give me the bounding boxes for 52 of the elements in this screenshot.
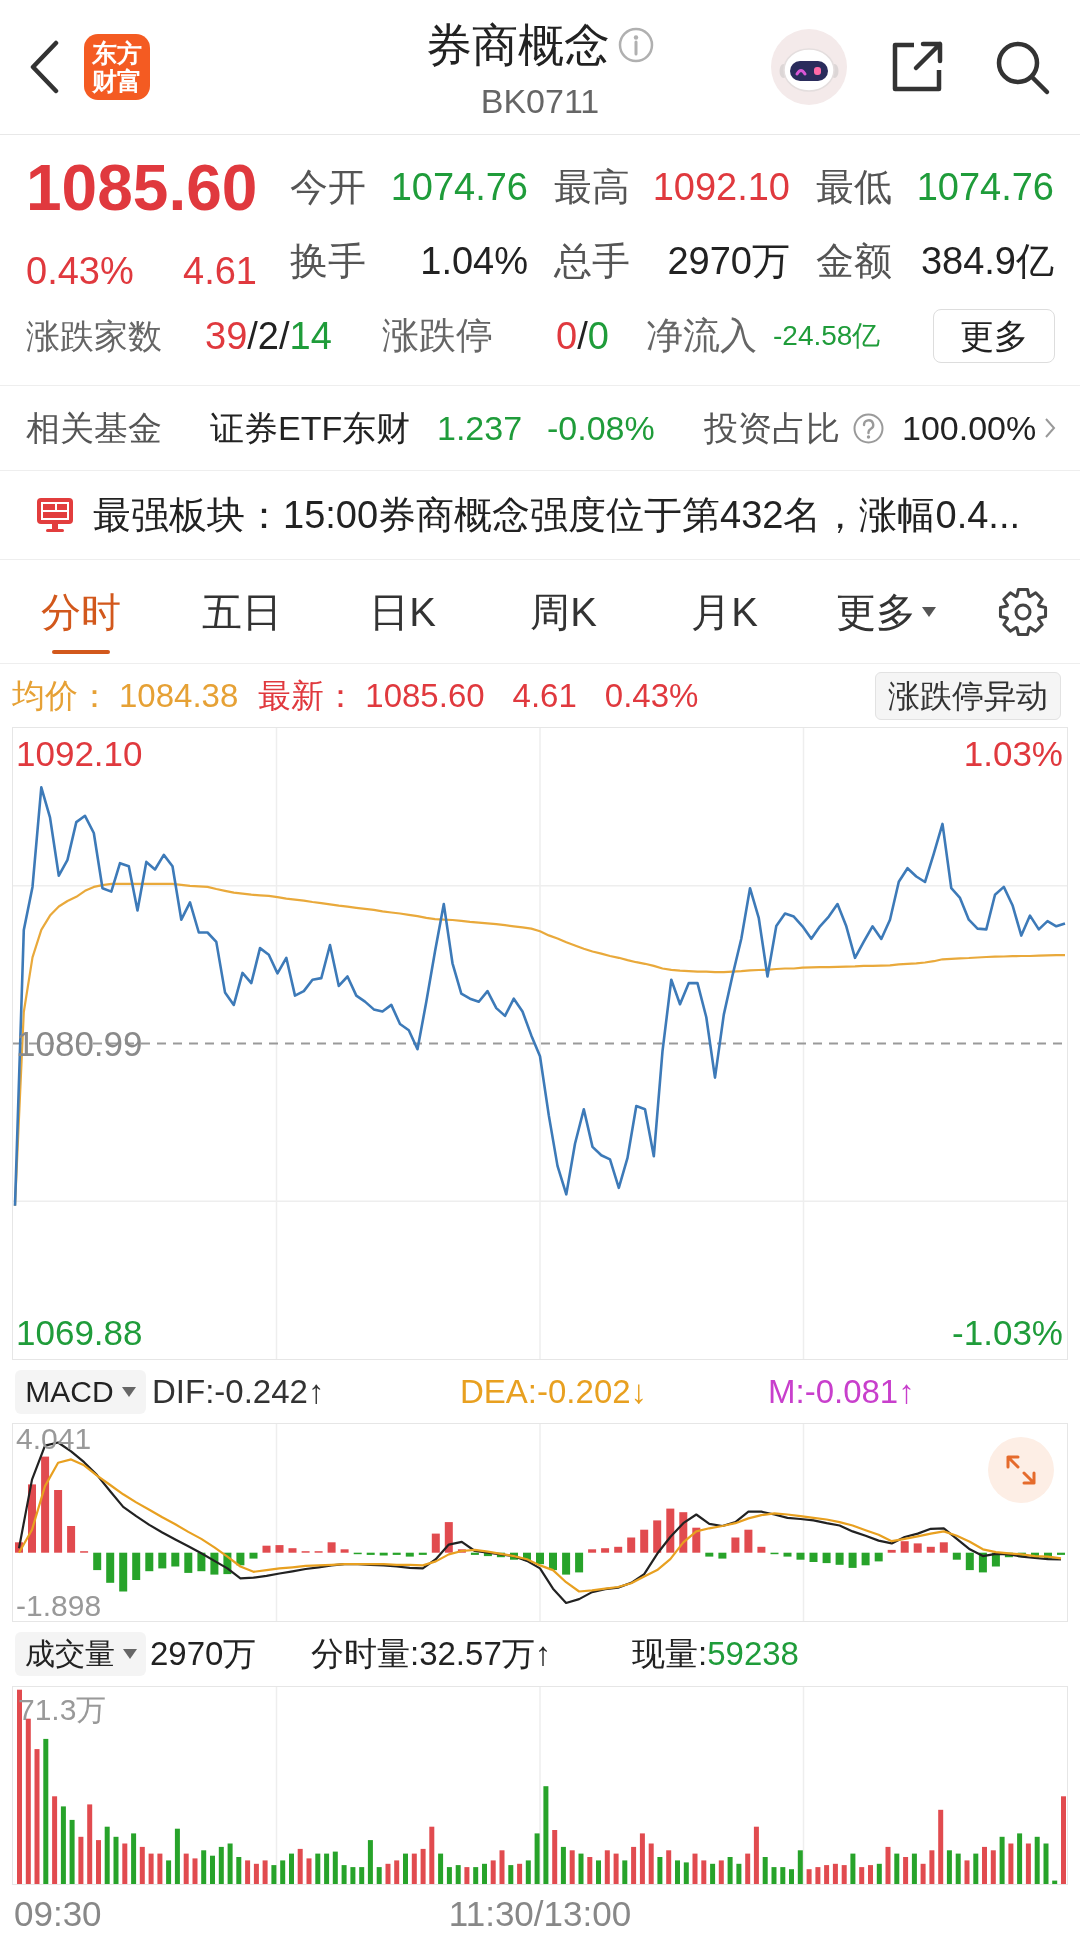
ratio-label: 投资占比 [704, 408, 841, 449]
change-amount: 4.61 [183, 249, 257, 294]
fund-change: -0.08% [547, 408, 656, 449]
stat-label: 金额 [816, 239, 892, 284]
stat-label: 换手 [290, 239, 366, 284]
limit-value: 0/0 [556, 314, 610, 359]
time-label: 11:30/13:00 [448, 1892, 632, 1935]
stat-value: 1092.10 [652, 165, 790, 210]
last-price: 1085.60 [26, 151, 259, 226]
price-axis-label: 1069.88 [16, 1312, 143, 1353]
price-axis-label: 1092.10 [16, 734, 143, 775]
stat-label: 今开 [290, 165, 366, 210]
indicator-value: DEA:-0.202↓ [460, 1371, 649, 1412]
time-label: 09:30 [13, 1892, 102, 1935]
sector-code: BK0711 [480, 81, 600, 121]
stat-value: 384.9亿 [920, 239, 1054, 284]
indicator-value: M:-0.081↑ [768, 1371, 916, 1412]
stat-value: 1074.76 [916, 165, 1054, 210]
latest-change-percent: 0.43% [604, 675, 699, 716]
stat-label: 总手 [554, 239, 630, 284]
change-percent: 0.43% [26, 249, 135, 294]
stat-label: 最高 [554, 165, 630, 210]
current-volume-label: 现量: [632, 1634, 708, 1674]
indicator-value: DIF:-0.242↑ [152, 1371, 326, 1412]
latest-value: 1085.60 [365, 675, 485, 716]
app-logo: 东方 财富 [84, 34, 150, 100]
average-label: 均价： [12, 675, 111, 716]
stat-value: 2970万 [667, 239, 790, 284]
stat-value: 1074.76 [390, 165, 528, 210]
macd-axis-label: -1.898 [16, 1591, 102, 1621]
stat-value: 1.04% [420, 239, 528, 284]
minute-volume: 分时量:32.57万↑ [311, 1634, 553, 1674]
breadth-value: 39/2/14 [205, 314, 333, 359]
fund-label: 相关基金 [26, 408, 163, 449]
latest-label: 最新： [258, 675, 358, 716]
breadth-label: 涨跌家数 [26, 316, 163, 357]
macd-axis-label: 4.041 [16, 1424, 92, 1455]
notice-text: 最强板块：15:00券商概念强度位于第432名，涨幅0.4... [93, 493, 1020, 538]
page-title: 券商概念 [426, 18, 610, 72]
stat-label: 最低 [816, 165, 892, 210]
fund-price: 1.237 [437, 408, 524, 449]
average-value: 1084.38 [119, 675, 239, 716]
ratio-value: 100.00% [902, 408, 1037, 449]
percent-axis-label: 1.03% [963, 734, 1063, 774]
limit-label: 涨跌停 [382, 314, 494, 358]
percent-axis-label: -1.03% [952, 1313, 1063, 1353]
fund-name: 证券ETF东财 [210, 408, 412, 449]
net-inflow-value: -24.58亿 [773, 319, 881, 353]
current-volume-value: 59238 [707, 1634, 799, 1674]
total-volume: 2970万 [150, 1634, 258, 1674]
net-inflow-label: 净流入 [646, 314, 758, 358]
latest-change: 4.61 [512, 675, 577, 716]
